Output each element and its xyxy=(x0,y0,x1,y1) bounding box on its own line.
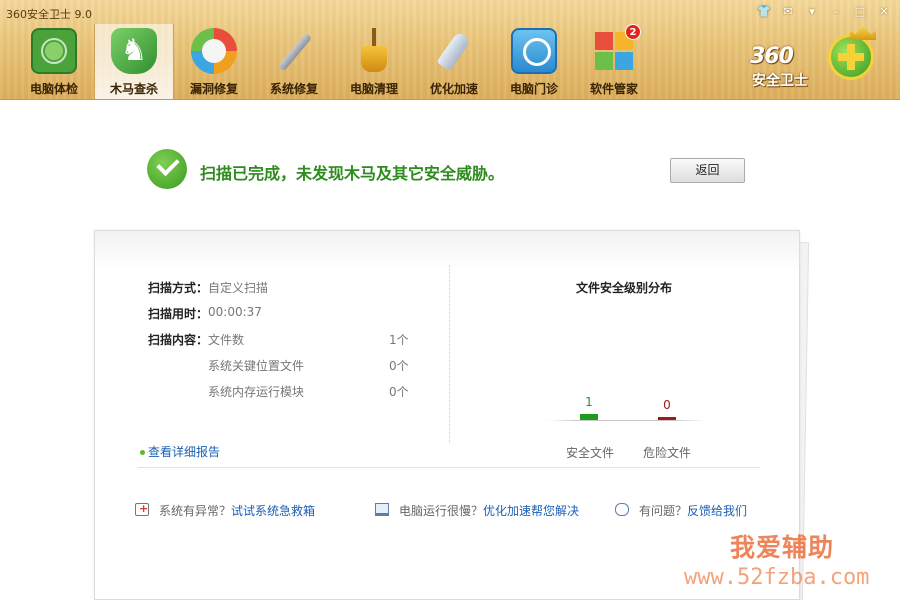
plus-logo-icon xyxy=(828,34,874,80)
scan-content-count: 1个 xyxy=(389,333,409,347)
scan-content-item: 系统内存运行模块 xyxy=(208,385,305,399)
back-button[interactable]: 返回 xyxy=(670,158,745,183)
tip-text: 系统有异常？ xyxy=(159,504,232,518)
scan-time-value: 00:00:37 xyxy=(208,305,262,319)
tool-clinic[interactable]: 电脑门诊 xyxy=(494,24,574,99)
crown-icon xyxy=(850,26,876,40)
tool-cleanup[interactable]: 电脑清理 xyxy=(334,24,414,99)
scan-method-value: 自定义扫描 xyxy=(208,281,269,295)
patch-icon xyxy=(191,28,237,74)
horse-shield-icon xyxy=(111,28,157,74)
tool-speedup[interactable]: 优化加速 xyxy=(414,24,494,99)
tool-label: 电脑门诊 xyxy=(509,82,558,96)
chart-bar xyxy=(580,414,598,420)
tool-vuln-fix[interactable]: 漏洞修复 xyxy=(174,24,254,99)
tool-software-manager[interactable]: 2 软件管家 xyxy=(574,24,654,99)
tip-feedback: 有问题？反馈给我们 xyxy=(639,502,747,519)
tool-label: 电脑体检 xyxy=(29,82,78,96)
scan-content-label: 扫描内容： xyxy=(148,333,209,347)
close-icon[interactable]: ✕ xyxy=(874,4,894,20)
chart-category-label: 危险文件 xyxy=(643,446,692,460)
chart-baseline xyxy=(546,420,706,421)
tool-checkup[interactable]: 电脑体检 xyxy=(14,24,94,99)
chat-icon xyxy=(615,503,629,516)
card-top-fade xyxy=(95,231,799,271)
product-logo: 360 安全卫士 xyxy=(750,26,890,94)
tool-label: 电脑清理 xyxy=(349,82,398,96)
scan-method-label: 扫描方式： xyxy=(148,281,209,295)
watermark-url: www.52fzba.com xyxy=(684,565,870,590)
chart-category-label: 安全文件 xyxy=(566,446,615,460)
success-check-icon xyxy=(147,149,187,189)
message-icon[interactable]: ✉ xyxy=(778,4,798,20)
horizontal-divider xyxy=(138,467,760,468)
logo-text-360: 360 xyxy=(750,44,794,69)
chart-title: 文件安全级别分布 xyxy=(576,281,673,295)
first-aid-kit-link[interactable]: 试试系统急救箱 xyxy=(231,504,315,518)
notification-badge: 2 xyxy=(625,24,641,40)
wrench-icon xyxy=(271,28,317,74)
tool-label: 漏洞修复 xyxy=(189,82,238,96)
watermark-title: 我爱辅助 xyxy=(730,533,835,562)
tool-system-repair[interactable]: 系统修复 xyxy=(254,24,334,99)
scan-content-count: 0个 xyxy=(389,359,409,373)
app-title: 360安全卫士 9.0 xyxy=(6,8,92,21)
tip-slow-computer: 电脑运行很慢？优化加速帮您解决 xyxy=(399,502,579,519)
tip-text: 有问题？ xyxy=(639,504,688,518)
chart-data-label: 0 xyxy=(663,398,671,412)
scan-content-item: 文件数 xyxy=(208,333,245,347)
broom-icon xyxy=(351,28,397,74)
radar-icon xyxy=(31,28,77,74)
speedup-link[interactable]: 优化加速帮您解决 xyxy=(483,504,579,518)
scan-result-message: 扫描已完成，未发现木马及其它安全威胁。 xyxy=(200,164,505,183)
first-aid-icon xyxy=(135,502,149,516)
tool-trojan-scan[interactable]: 木马查杀 xyxy=(94,24,174,99)
tip-text: 电脑运行很慢？ xyxy=(399,504,484,518)
scan-content-count: 0个 xyxy=(389,385,409,399)
main-toolbar: 电脑体检 木马查杀 漏洞修复 系统修复 电脑清理 优化加速 电脑门诊 2 xyxy=(14,24,654,99)
tool-label: 系统修复 xyxy=(269,82,318,96)
tool-label: 软件管家 xyxy=(589,82,638,96)
tool-label: 木马查杀 xyxy=(109,82,158,96)
header-bar: 360安全卫士 9.0 👕 ✉ ▾ – □ ✕ 电脑体检 木马查杀 漏洞修复 系… xyxy=(0,0,900,100)
tool-label: 优化加速 xyxy=(429,82,478,96)
feedback-link[interactable]: 反馈给我们 xyxy=(687,504,747,518)
view-detail-report-link[interactable]: 查看详细报告 xyxy=(140,443,220,460)
scan-time-label: 扫描用时： xyxy=(148,307,209,321)
menu-icon[interactable]: ▾ xyxy=(802,4,822,20)
clinic-icon xyxy=(511,28,557,74)
vertical-divider xyxy=(449,265,450,443)
window-controls: 👕 ✉ ▾ – □ ✕ xyxy=(754,4,894,20)
rocket-icon xyxy=(431,28,477,74)
chart-bar xyxy=(658,417,676,420)
skin-icon[interactable]: 👕 xyxy=(754,4,774,20)
apps-icon: 2 xyxy=(591,24,641,74)
chart-data-label: 1 xyxy=(585,395,593,409)
tip-system-abnormal: 系统有异常？试试系统急救箱 xyxy=(159,502,315,519)
monitor-icon xyxy=(375,503,389,516)
maximize-icon[interactable]: □ xyxy=(850,4,870,20)
minimize-icon[interactable]: – xyxy=(826,4,846,20)
logo-text-name: 安全卫士 xyxy=(752,73,808,89)
scan-content-item: 系统关键位置文件 xyxy=(208,359,305,373)
